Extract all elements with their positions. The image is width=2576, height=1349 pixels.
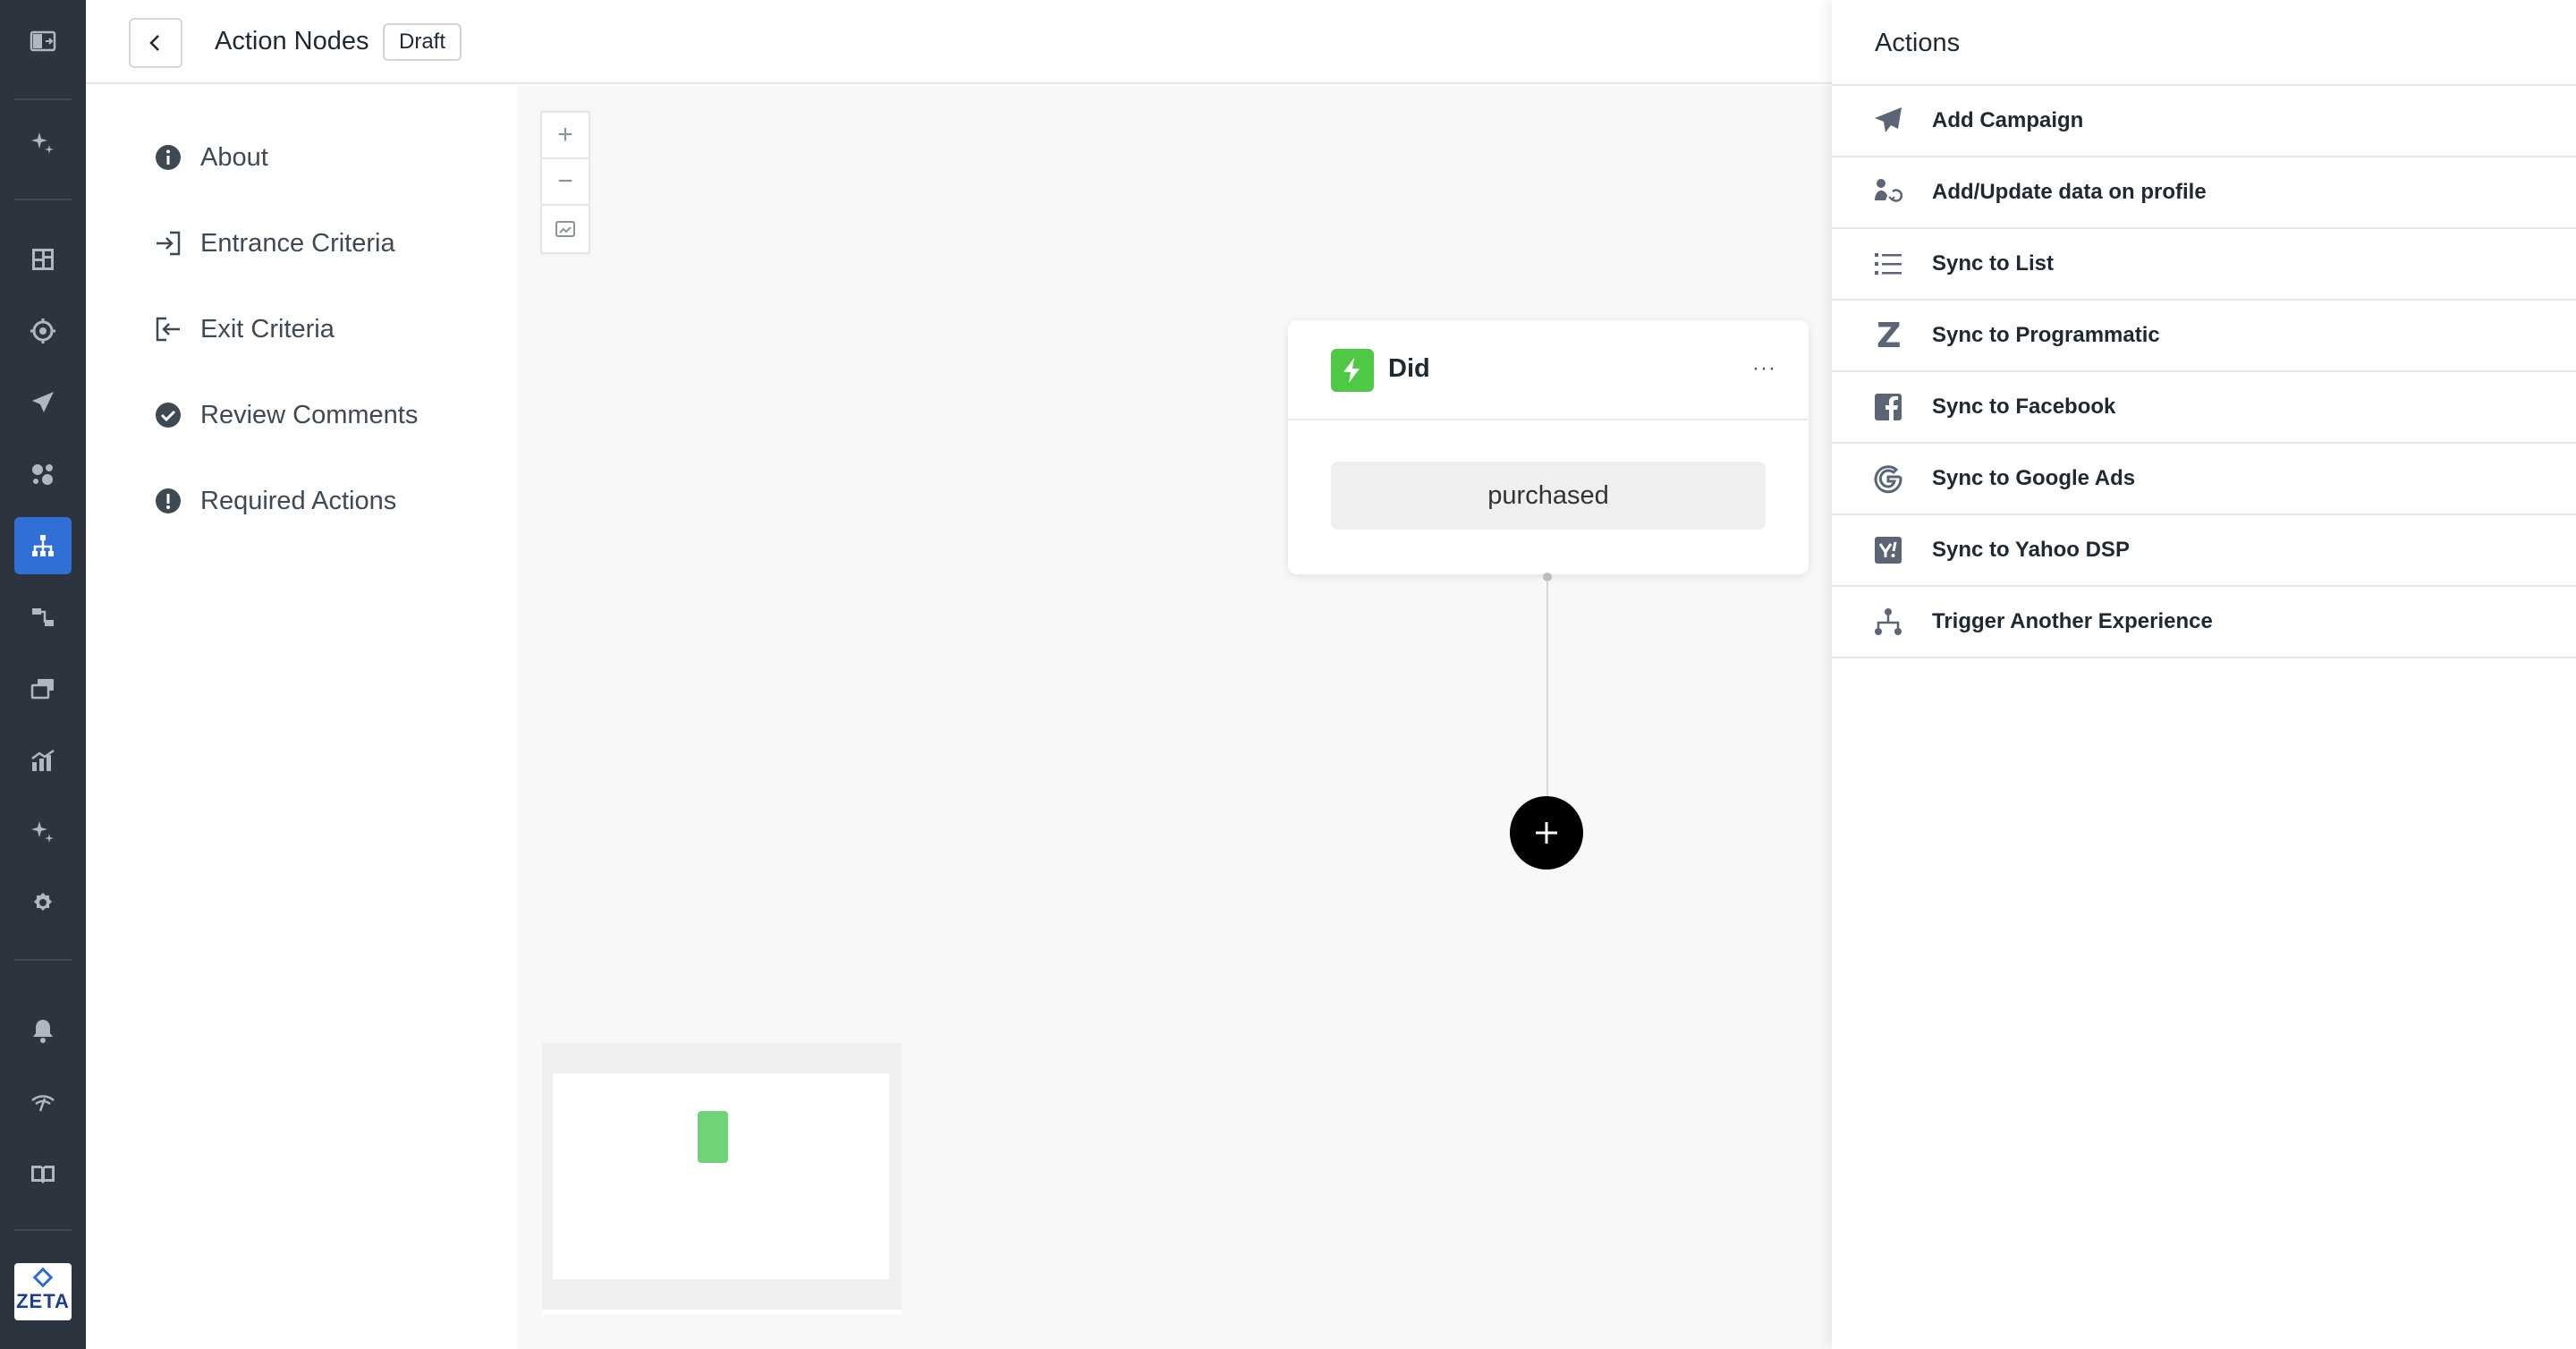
- minimap[interactable]: [542, 1043, 902, 1315]
- action-sync-to-google-ads[interactable]: Sync to Google Ads: [1832, 444, 2576, 515]
- hierarchy-icon: [1875, 608, 1902, 635]
- zeta-logo-text: ZETA: [16, 1290, 70, 1312]
- event-pill[interactable]: purchased: [1331, 462, 1766, 530]
- nav-item-review-comments[interactable]: Review Comments: [154, 394, 418, 437]
- trigger-node-card[interactable]: Did ··· purchased: [1288, 320, 1809, 574]
- flow-icon[interactable]: [14, 589, 72, 646]
- rail-divider: [14, 959, 72, 961]
- action-label: Add Campaign: [1932, 108, 2084, 132]
- action-label: Sync to Facebook: [1932, 395, 2116, 419]
- action-sync-to-list[interactable]: Sync to List: [1832, 229, 2576, 301]
- nav-item-label: Review Comments: [200, 400, 419, 429]
- list-icon: [1875, 253, 1902, 275]
- plus-icon: [1536, 822, 1557, 844]
- node-header: Did ···: [1288, 320, 1809, 420]
- exit-icon: [156, 317, 180, 342]
- zoom-controls: + −: [540, 111, 590, 254]
- zoom-in-button[interactable]: +: [542, 113, 589, 159]
- section-nav: About Entrance Criteria Exit Criteria Re…: [86, 86, 515, 1349]
- dashboard-icon[interactable]: [14, 231, 72, 288]
- zeta-diamond-icon: [32, 1267, 54, 1288]
- nav-item-exit-criteria[interactable]: Exit Criteria: [154, 308, 335, 351]
- rail-divider: [14, 199, 72, 200]
- ai-sparkle-icon[interactable]: [14, 803, 72, 861]
- content-stack-icon[interactable]: [14, 660, 72, 717]
- paper-plane-icon: [1875, 107, 1902, 132]
- action-label: Sync to List: [1932, 251, 2055, 276]
- zeta-z-icon: Z: [1877, 316, 1902, 355]
- sparkle-icon[interactable]: [14, 115, 72, 172]
- nav-item-label: Required Actions: [200, 486, 397, 515]
- yahoo-icon: [1875, 537, 1902, 564]
- lightning-icon: [1331, 349, 1374, 392]
- action-add-campaign[interactable]: Add Campaign: [1832, 86, 2576, 157]
- notifications-bell-icon[interactable]: [14, 1002, 72, 1059]
- alert-icon: [156, 488, 181, 513]
- connector-line: [1546, 581, 1548, 804]
- target-icon[interactable]: [14, 302, 72, 360]
- minimap-viewport: [553, 1073, 889, 1279]
- journey-canvas[interactable]: + − Did ··· purchased: [517, 86, 1832, 1349]
- action-add-update-profile[interactable]: Add/Update data on profile: [1832, 157, 2576, 229]
- nav-item-required-actions[interactable]: Required Actions: [154, 479, 396, 522]
- add-node-button[interactable]: [1510, 796, 1583, 870]
- info-icon: [156, 145, 181, 170]
- nav-item-label: Exit Criteria: [200, 314, 335, 344]
- analytics-icon[interactable]: [14, 732, 72, 789]
- node-more-menu-icon[interactable]: ···: [1752, 356, 1776, 381]
- zeta-logo[interactable]: ZETA: [14, 1263, 72, 1320]
- nav-item-entrance-criteria[interactable]: Entrance Criteria: [154, 222, 395, 265]
- rail-divider: [14, 1229, 72, 1231]
- enter-icon: [157, 231, 181, 256]
- page-header: Action Nodes Draft: [86, 0, 1832, 84]
- fit-view-button[interactable]: [542, 206, 589, 252]
- page-title: Action Nodes: [215, 27, 369, 55]
- send-icon[interactable]: [14, 374, 72, 431]
- action-label: Sync to Google Ads: [1932, 466, 2136, 490]
- back-button[interactable]: [129, 18, 182, 68]
- actions-panel: Actions Add Campaign Add/Update data on …: [1832, 0, 2576, 1349]
- rail-divider: [14, 98, 72, 100]
- minimap-node: [698, 1111, 728, 1163]
- action-sync-to-facebook[interactable]: Sync to Facebook: [1832, 372, 2576, 444]
- status-badge: Draft: [383, 23, 462, 61]
- node-body: purchased: [1288, 420, 1809, 573]
- panel-title: Actions: [1875, 29, 1961, 57]
- chevron-left-icon: [149, 35, 159, 51]
- check-circle-icon: [156, 403, 181, 428]
- action-sync-to-programmatic[interactable]: Z Sync to Programmatic: [1832, 301, 2576, 372]
- audience-icon[interactable]: [14, 445, 72, 503]
- action-label: Add/Update data on profile: [1932, 180, 2207, 204]
- action-label: Trigger Another Experience: [1932, 609, 2213, 633]
- node-title: Did: [1388, 354, 1430, 383]
- settings-gear-icon[interactable]: [14, 875, 72, 932]
- collapse-nav-icon[interactable]: [14, 13, 72, 70]
- action-label: Sync to Programmatic: [1932, 323, 2160, 347]
- nav-item-label: Entrance Criteria: [200, 228, 395, 258]
- fit-view-icon: [555, 221, 575, 237]
- profile-sync-icon: [1875, 179, 1903, 202]
- google-icon: [1874, 465, 1902, 494]
- action-label: Sync to Yahoo DSP: [1932, 538, 2130, 562]
- zoom-out-button[interactable]: −: [542, 159, 589, 206]
- experiences-icon[interactable]: [14, 517, 72, 574]
- nav-item-about[interactable]: About: [154, 136, 268, 179]
- signal-icon[interactable]: [14, 1073, 72, 1131]
- nav-item-label: About: [200, 142, 268, 172]
- action-trigger-another-experience[interactable]: Trigger Another Experience: [1832, 587, 2576, 658]
- facebook-icon: [1875, 394, 1902, 420]
- action-sync-to-yahoo-dsp[interactable]: Sync to Yahoo DSP: [1832, 515, 2576, 587]
- app-nav-rail: ZETA: [0, 0, 86, 1349]
- docs-book-icon[interactable]: [14, 1145, 72, 1202]
